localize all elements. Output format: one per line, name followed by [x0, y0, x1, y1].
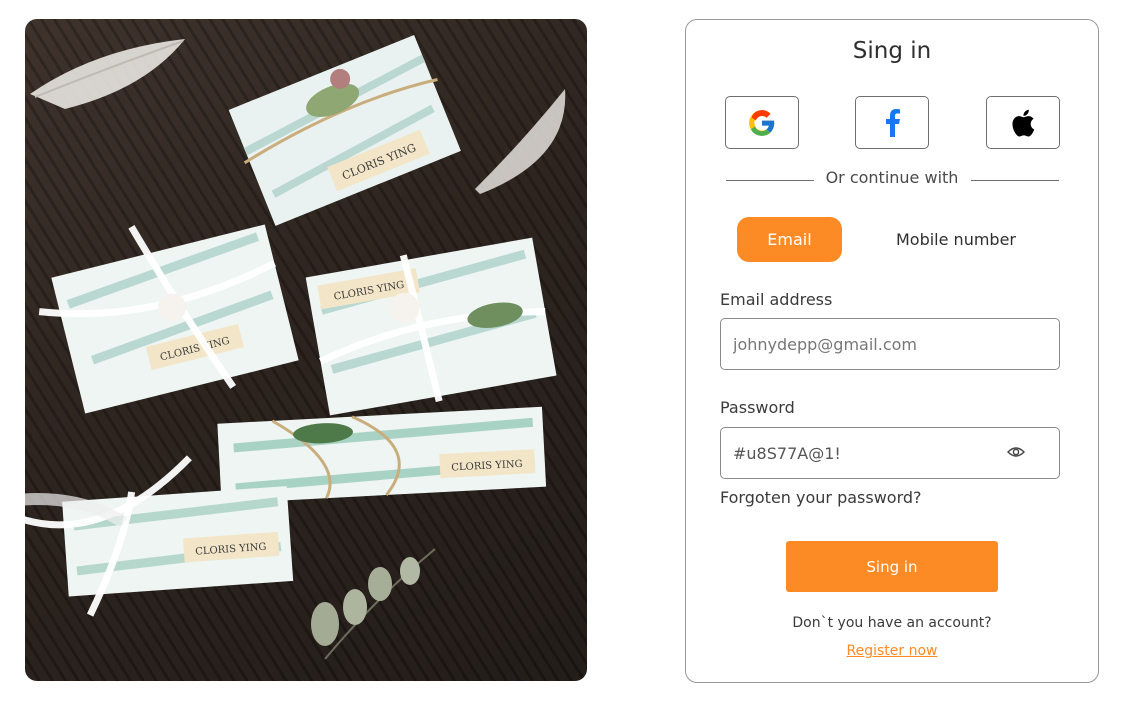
facebook-icon — [886, 108, 900, 137]
google-icon — [749, 109, 775, 136]
email-field[interactable] — [733, 319, 993, 369]
password-label: Password — [720, 398, 795, 417]
forgot-password-link[interactable]: Forgoten your password? — [720, 488, 922, 507]
gift-box-top: CLORIS YING — [228, 35, 461, 226]
gift-boxes-illustration: CLORIS YING CLORIS YING CLORIS YING CLOR… — [25, 35, 566, 660]
hero-photo: CLORIS YING CLORIS YING CLORIS YING CLOR… — [25, 19, 587, 681]
facebook-signin-button[interactable] — [855, 96, 929, 149]
tab-mobile-number[interactable]: Mobile number — [886, 217, 1026, 262]
signin-card: Sing in Or continue with Email Mobile nu… — [685, 19, 1099, 683]
password-field[interactable] — [733, 428, 993, 478]
apple-signin-button[interactable] — [986, 96, 1060, 149]
tab-email[interactable]: Email — [737, 217, 842, 262]
password-field-container — [720, 427, 1060, 479]
gift-box-mid: CLORIS YING — [305, 237, 557, 416]
page-title: Sing in — [852, 38, 932, 64]
email-field-container — [720, 318, 1060, 370]
divider-line-right — [971, 180, 1059, 181]
feather-right — [475, 89, 566, 194]
email-label: Email address — [720, 290, 833, 309]
register-link[interactable]: Register now — [686, 643, 1098, 659]
google-signin-button[interactable] — [725, 96, 799, 149]
gift-box-left: CLORIS YING — [38, 224, 299, 414]
apple-icon — [1012, 109, 1035, 136]
no-account-text: Don`t you have an account? — [792, 615, 992, 631]
signin-button[interactable]: Sing in — [786, 541, 998, 592]
divider-text: Or continue with — [825, 168, 959, 187]
feather-top-left — [30, 39, 185, 109]
eye-icon[interactable] — [1007, 445, 1025, 459]
eucalyptus-sprig — [311, 548, 436, 660]
